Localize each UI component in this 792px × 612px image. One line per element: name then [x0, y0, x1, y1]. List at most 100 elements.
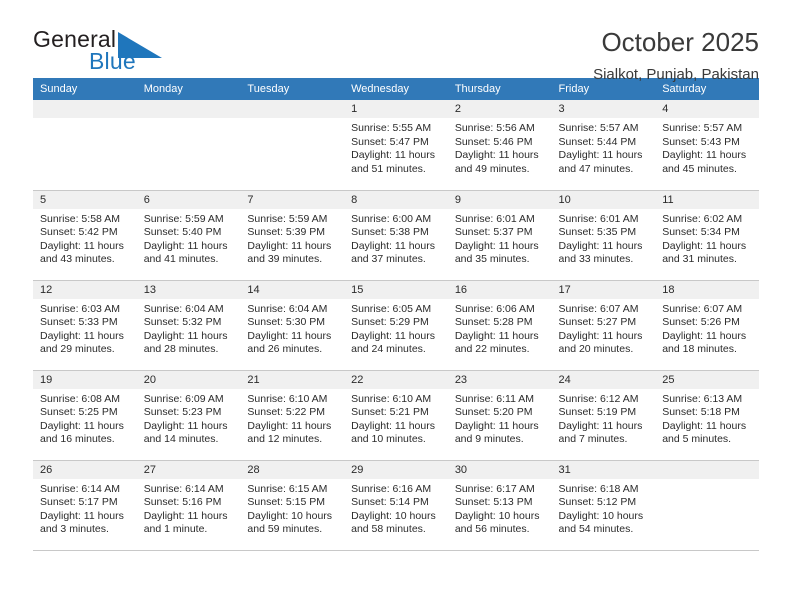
calendar-day-cell[interactable]: 23 Sunrise: 6:11 AM Sunset: 5:20 PM Dayligh…	[447, 370, 552, 461]
sunset-text: Sunset: 5:25 PM	[40, 406, 118, 419]
day-cell-inner: 19 Sunrise: 6:08 AM Sunset: 5:25 PM Dayligh…	[33, 370, 137, 460]
day-cell-details: Sunrise: 6:07 AM Sunset: 5:27 PM Daylight:…	[552, 299, 656, 357]
calendar-day-cell[interactable]: 14 Sunrise: 6:04 AM Sunset: 5:30 PM Dayligh…	[240, 280, 345, 371]
day-number: 14	[240, 280, 345, 299]
calendar-day-cell[interactable]: 30 Sunrise: 6:17 AM Sunset: 5:13 PM Dayligh…	[447, 460, 552, 551]
daylight-text-line1: Daylight: 11 hours	[454, 149, 539, 162]
sunset-text: Sunset: 5:30 PM	[247, 316, 326, 329]
day-number: 27	[136, 460, 241, 479]
daylight-text-line2: and 5 minutes.	[662, 433, 732, 446]
day-number: 11	[655, 190, 759, 209]
day-number: 22	[344, 370, 448, 389]
daylight-text-line1: Daylight: 11 hours	[143, 329, 228, 342]
daylight-text-line1: Daylight: 11 hours	[143, 419, 228, 432]
calendar-day-cell[interactable]: 3 Sunrise: 5:57 AM Sunset: 5:44 PM Daylight…	[551, 100, 656, 191]
sunset-text: Sunset: 5:28 PM	[454, 316, 533, 329]
calendar-day-cell[interactable]: 29 Sunrise: 6:16 AM Sunset: 5:14 PM Dayligh…	[344, 460, 448, 551]
calendar-day-cell[interactable]: 26 Sunrise: 6:14 AM Sunset: 5:17 PM Dayligh…	[33, 460, 137, 551]
calendar-day-cell[interactable]: 11 Sunrise: 6:02 AM Sunset: 5:34 PM Dayligh…	[655, 190, 759, 281]
calendar-day-cell[interactable]: 2 Sunrise: 5:56 AM Sunset: 5:46 PM Daylight…	[447, 100, 552, 191]
sunrise-text: Sunrise: 5:55 AM	[351, 122, 432, 134]
title-block: October 2025 Sialkot, Punjab, Pakistan	[593, 28, 759, 83]
day-number: 29	[344, 460, 448, 479]
day-cell-inner: 23 Sunrise: 6:11 AM Sunset: 5:20 PM Dayligh…	[447, 370, 552, 460]
day-cell-inner: 4 Sunrise: 5:57 AM Sunset: 5:43 PM Daylight…	[655, 100, 759, 190]
calendar-day-cell[interactable]: 4 Sunrise: 5:57 AM Sunset: 5:43 PM Daylight…	[655, 100, 759, 191]
sunrise-text: Sunrise: 6:17 AM	[454, 482, 535, 495]
sunrise-text: Sunrise: 6:02 AM	[662, 212, 743, 225]
calendar-day-cell[interactable]: 16 Sunrise: 6:06 AM Sunset: 5:28 PM Dayligh…	[447, 280, 552, 371]
day-cell-inner: 5 Sunrise: 5:58 AM Sunset: 5:42 PM Daylight…	[33, 190, 137, 280]
sunset-text: Sunset: 5:34 PM	[662, 226, 740, 239]
sunset-text: Sunset: 5:21 PM	[351, 406, 429, 419]
day-cell-inner: 1 Sunrise: 5:55 AM Sunset: 5:47 PM Daylight…	[344, 100, 448, 190]
calendar-day-cell[interactable]: 28 Sunrise: 6:15 AM Sunset: 5:15 PM Dayligh…	[240, 460, 345, 551]
day-number: 17	[551, 280, 656, 299]
day-cell-details: Sunrise: 6:04 AM Sunset: 5:30 PM Daylight:…	[240, 299, 344, 357]
calendar-day-cell[interactable]: 5 Sunrise: 5:58 AM Sunset: 5:42 PM Daylight…	[33, 190, 137, 281]
calendar-day-cell[interactable]: 22 Sunrise: 6:10 AM Sunset: 5:21 PM Dayligh…	[344, 370, 448, 461]
calendar-day-cell[interactable]: 17 Sunrise: 6:07 AM Sunset: 5:27 PM Dayligh…	[551, 280, 656, 371]
calendar-day-cell[interactable]: 12 Sunrise: 6:03 AM Sunset: 5:33 PM Dayligh…	[33, 280, 137, 371]
day-cell-details: Sunrise: 6:11 AM Sunset: 5:20 PM Daylight:…	[448, 389, 552, 447]
day-number	[136, 100, 241, 118]
daylight-text-line2: and 1 minute.	[143, 523, 208, 536]
calendar-day-cell[interactable]: 31 Sunrise: 6:18 AM Sunset: 5:12 PM Dayligh…	[551, 460, 656, 551]
calendar-day-cell[interactable]: 27 Sunrise: 6:14 AM Sunset: 5:16 PM Dayligh…	[136, 460, 241, 551]
day-cell-inner: 16 Sunrise: 6:06 AM Sunset: 5:28 PM Dayligh…	[447, 280, 552, 370]
day-number: 12	[33, 280, 137, 299]
sunrise-text: Sunrise: 6:04 AM	[247, 302, 328, 315]
daylight-text-line2: and 9 minutes.	[454, 433, 524, 446]
sunset-text: Sunset: 5:42 PM	[40, 226, 118, 239]
daylight-text-line1: Daylight: 11 hours	[143, 239, 228, 252]
calendar-day-cell[interactable]: 8 Sunrise: 6:00 AM Sunset: 5:38 PM Daylight…	[344, 190, 448, 281]
calendar-day-cell[interactable]: 13 Sunrise: 6:04 AM Sunset: 5:32 PM Dayligh…	[136, 280, 241, 371]
sunset-text: Sunset: 5:19 PM	[558, 406, 637, 419]
day-number: 30	[447, 460, 552, 479]
day-cell-inner: 6 Sunrise: 5:59 AM Sunset: 5:40 PM Daylight…	[136, 190, 241, 280]
calendar-day-cell[interactable]: 6 Sunrise: 5:59 AM Sunset: 5:40 PM Daylight…	[136, 190, 241, 281]
day-cell-details: Sunrise: 6:10 AM Sunset: 5:22 PM Daylight:…	[240, 389, 344, 447]
calendar-day-cell[interactable]: 15 Sunrise: 6:05 AM Sunset: 5:29 PM Dayligh…	[344, 280, 448, 371]
day-cell-inner: 27 Sunrise: 6:14 AM Sunset: 5:16 PM Dayligh…	[136, 460, 241, 550]
sunset-text: Sunset: 5:35 PM	[558, 226, 637, 239]
calendar-week-row: 5 Sunrise: 5:58 AM Sunset: 5:42 PM Daylight…	[33, 190, 759, 281]
calendar-day-cell[interactable]: 10 Sunrise: 6:01 AM Sunset: 5:35 PM Dayligh…	[551, 190, 656, 281]
calendar-day-cell[interactable]: 25 Sunrise: 6:13 AM Sunset: 5:18 PM Dayligh…	[655, 370, 759, 461]
sunset-text: Sunset: 5:15 PM	[247, 496, 326, 509]
sunset-text: Sunset: 5:23 PM	[143, 406, 222, 419]
sunset-text: Sunset: 5:43 PM	[662, 135, 740, 148]
calendar-day-cell[interactable]: 24 Sunrise: 6:12 AM Sunset: 5:19 PM Dayligh…	[551, 370, 656, 461]
daylight-text-line2: and 58 minutes.	[351, 523, 426, 536]
day-cell-details	[33, 118, 137, 122]
day-number: 18	[655, 280, 759, 299]
sunrise-text: Sunrise: 6:08 AM	[40, 392, 120, 405]
day-cell-inner: 26 Sunrise: 6:14 AM Sunset: 5:17 PM Dayligh…	[33, 460, 137, 550]
day-cell-inner: 11 Sunrise: 6:02 AM Sunset: 5:34 PM Dayligh…	[655, 190, 759, 280]
sunset-text: Sunset: 5:29 PM	[351, 316, 429, 329]
calendar-day-cell[interactable]: 19 Sunrise: 6:08 AM Sunset: 5:25 PM Dayligh…	[33, 370, 137, 461]
calendar-day-cell[interactable]: 9 Sunrise: 6:01 AM Sunset: 5:37 PM Daylight…	[447, 190, 552, 281]
calendar-cell-empty	[33, 100, 137, 191]
sunrise-text: Sunrise: 6:13 AM	[662, 392, 743, 405]
day-cell-inner: 30 Sunrise: 6:17 AM Sunset: 5:13 PM Dayligh…	[447, 460, 552, 550]
sunrise-text: Sunrise: 6:07 AM	[558, 302, 639, 315]
day-number: 13	[136, 280, 241, 299]
day-cell-inner: 8 Sunrise: 6:00 AM Sunset: 5:38 PM Daylight…	[344, 190, 448, 280]
sunrise-text: Sunrise: 6:01 AM	[454, 212, 535, 225]
calendar-day-cell[interactable]: 20 Sunrise: 6:09 AM Sunset: 5:23 PM Dayligh…	[136, 370, 241, 461]
weekday-header-thursday: Thursday	[447, 78, 552, 100]
day-cell-details: Sunrise: 6:07 AM Sunset: 5:26 PM Daylight:…	[655, 299, 759, 357]
brand-logo[interactable]: General Blue	[33, 28, 213, 74]
day-number: 6	[136, 190, 241, 209]
day-cell-details: Sunrise: 6:13 AM Sunset: 5:18 PM Daylight:…	[655, 389, 759, 447]
calendar-day-cell[interactable]: 1 Sunrise: 5:55 AM Sunset: 5:47 PM Daylight…	[344, 100, 448, 191]
day-number: 3	[551, 100, 656, 118]
daylight-text-line2: and 20 minutes.	[558, 343, 634, 356]
calendar-day-cell[interactable]: 18 Sunrise: 6:07 AM Sunset: 5:26 PM Dayligh…	[655, 280, 759, 371]
sunrise-text: Sunrise: 6:05 AM	[351, 302, 432, 315]
calendar-day-cell[interactable]: 7 Sunrise: 5:59 AM Sunset: 5:39 PM Daylight…	[240, 190, 345, 281]
sunset-text: Sunset: 5:40 PM	[143, 226, 222, 239]
day-number: 9	[447, 190, 552, 209]
calendar-day-cell[interactable]: 21 Sunrise: 6:10 AM Sunset: 5:22 PM Dayligh…	[240, 370, 345, 461]
